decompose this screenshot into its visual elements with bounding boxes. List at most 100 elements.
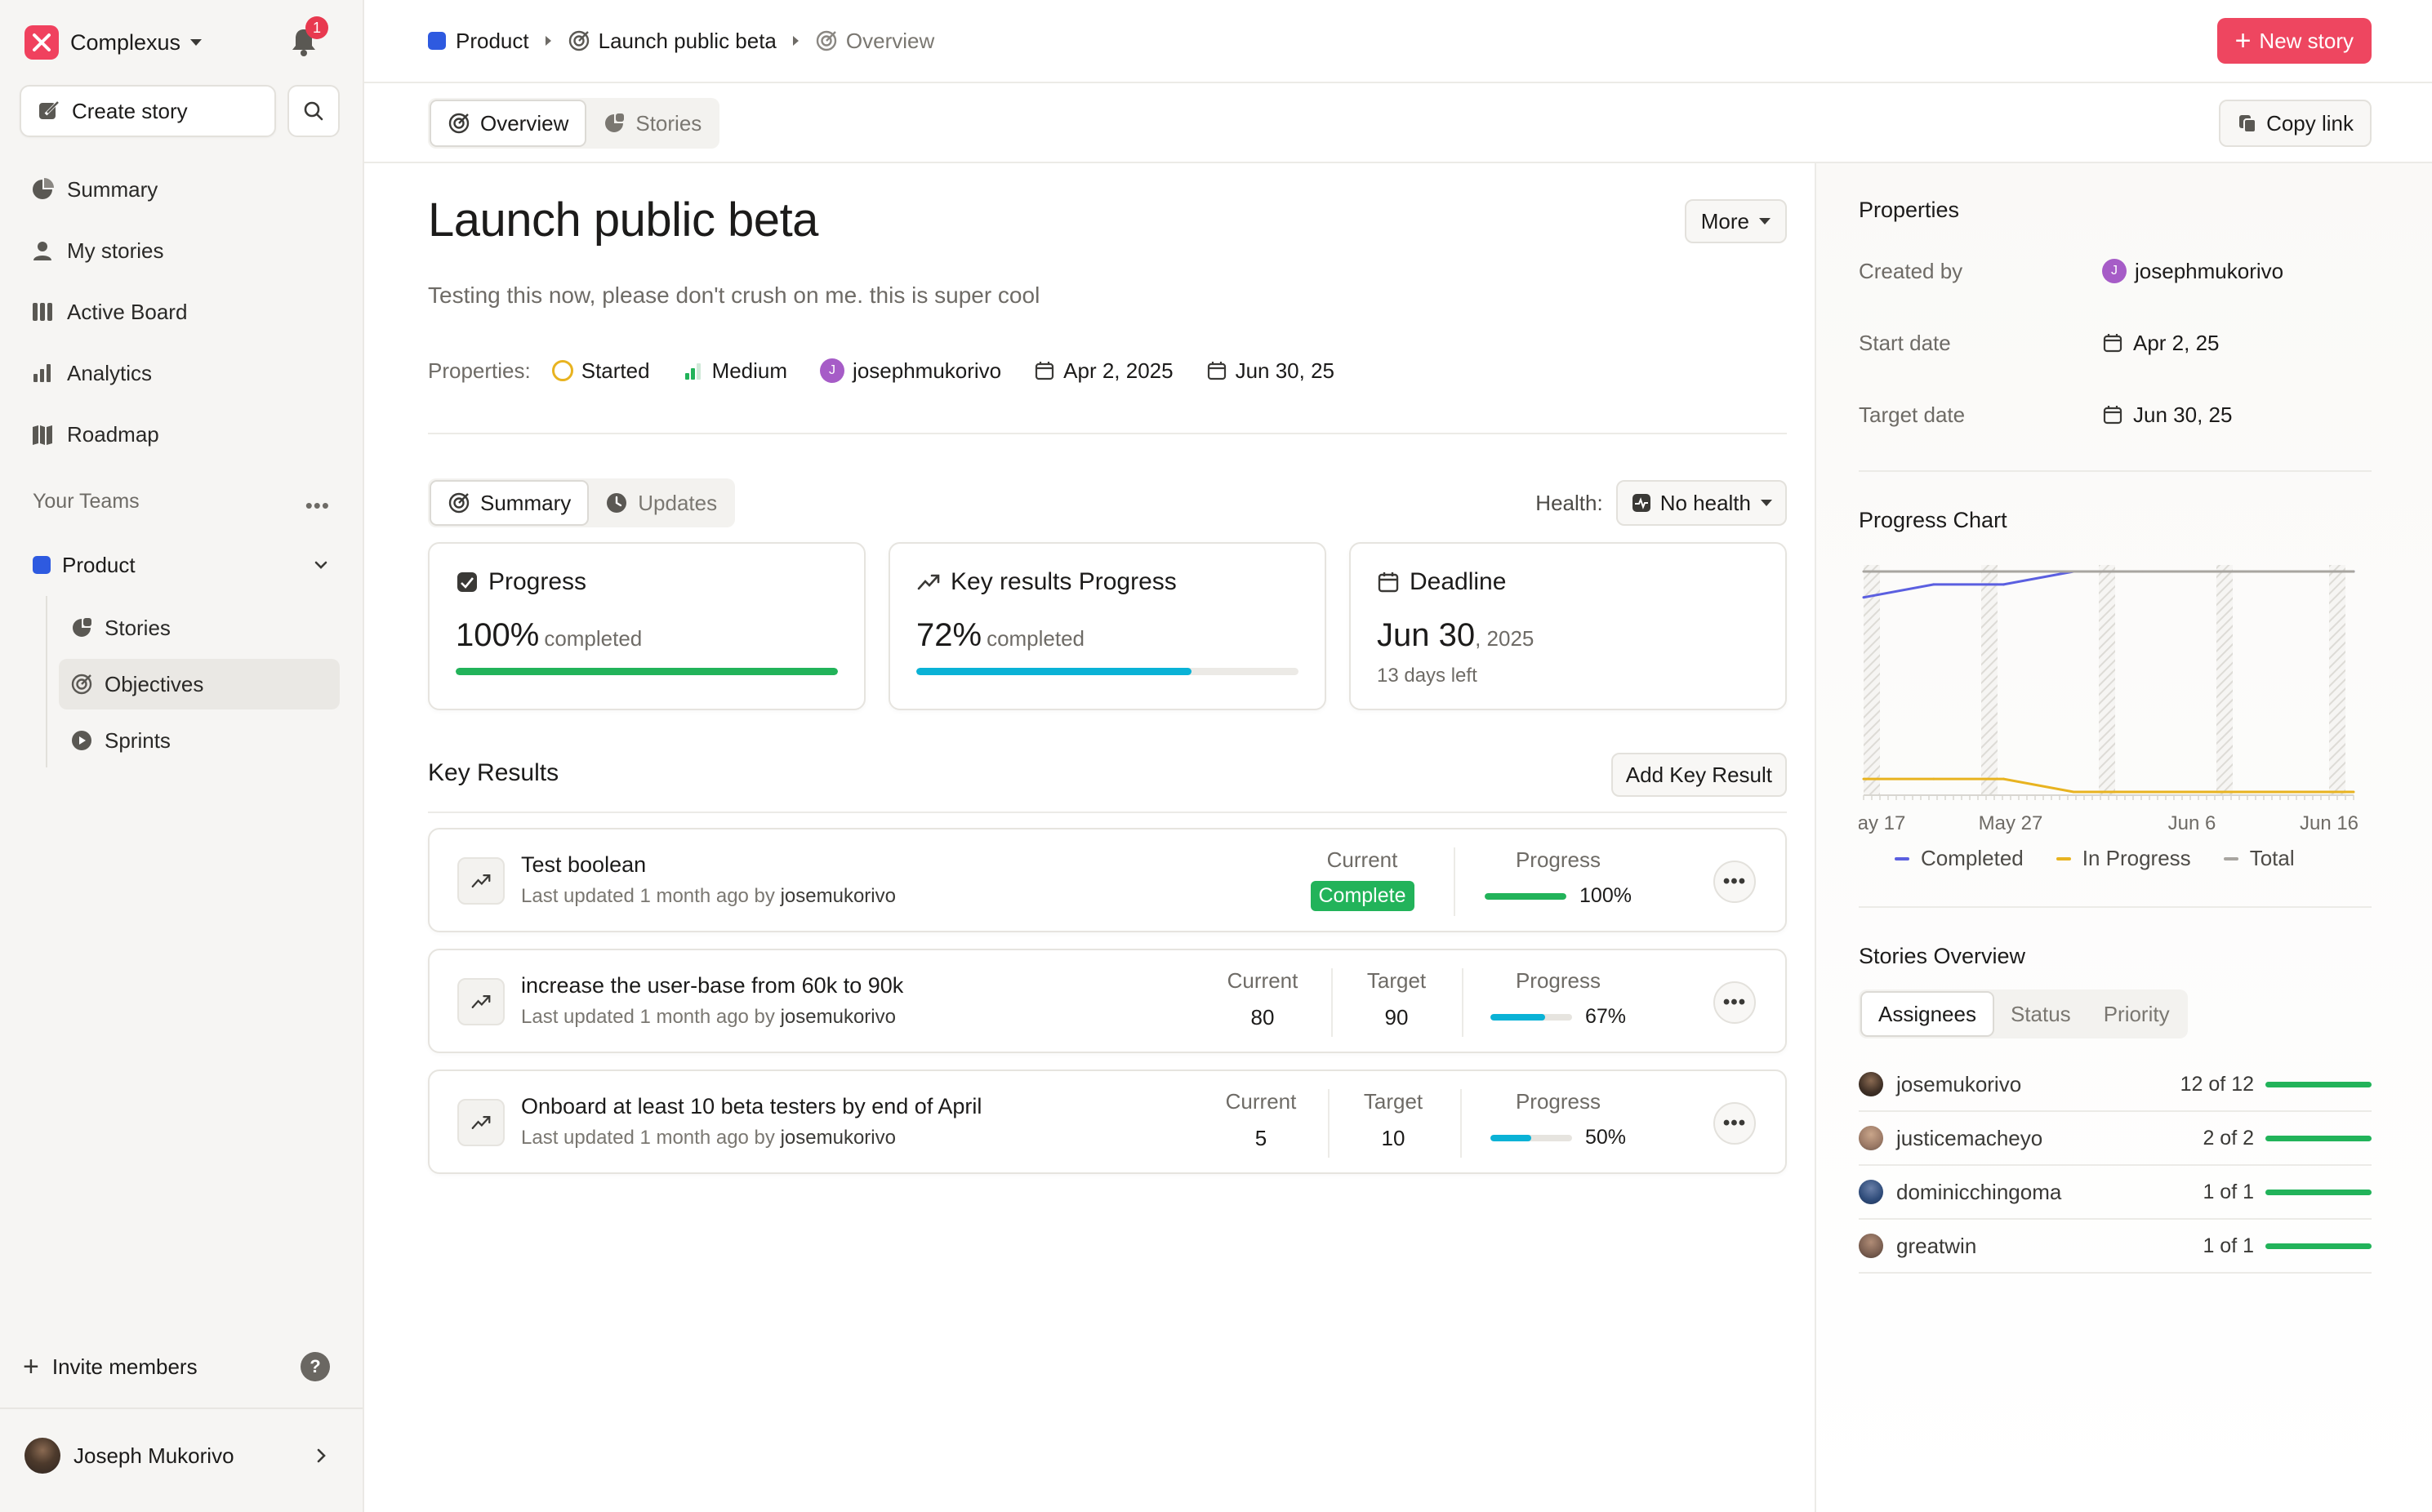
search-button[interactable]: [287, 85, 340, 137]
column-header: Progress: [1515, 847, 1601, 872]
target-icon: [816, 30, 837, 51]
breadcrumb-objective[interactable]: Launch public beta: [568, 29, 777, 54]
target-date-label: Jun 30, 25: [1235, 358, 1335, 383]
data-point: [2072, 790, 2075, 794]
assignee-name: dominicchingoma: [1896, 1179, 2062, 1204]
deadline-days-left: 13 days left: [1377, 665, 1477, 687]
kr-progress-percent: 72%: [916, 617, 982, 653]
legend-label: In Progress: [2082, 846, 2191, 870]
legend-in-progress[interactable]: In Progress: [2056, 846, 2191, 871]
target-icon: [448, 492, 470, 514]
progress-value: 100% completed: [456, 617, 642, 654]
key-result-meta: Last updated 1 month ago by josemukorivo: [521, 885, 896, 908]
trend-up-icon: [457, 1099, 505, 1146]
more-button[interactable]: More: [1684, 199, 1787, 243]
target-date-value[interactable]: Jun 30, 25: [2102, 402, 2232, 428]
list-item[interactable]: dominicchingoma 1 of 1: [1859, 1166, 2372, 1220]
property-key: Start date: [1859, 330, 1951, 355]
help-icon[interactable]: ?: [301, 1352, 330, 1381]
add-key-result-button[interactable]: Add Key Result: [1610, 753, 1787, 797]
create-story-button[interactable]: Create story: [20, 85, 276, 137]
list-item[interactable]: greatwin 1 of 1: [1859, 1220, 2372, 1274]
avatar: [1859, 1234, 1883, 1258]
workspace-switcher[interactable]: Complexus 1: [24, 16, 343, 60]
calendar-icon: [1207, 362, 1226, 380]
teams-more-icon[interactable]: •••: [305, 493, 330, 518]
tab-priority[interactable]: Priority: [2087, 991, 2186, 1037]
created-by-value[interactable]: Jjosephmukorivo: [2102, 259, 2283, 284]
page-title[interactable]: Launch public beta: [428, 193, 818, 247]
column-header: Current: [1227, 968, 1298, 993]
table-row[interactable]: increase the user-base from 60k to 90k L…: [428, 949, 1787, 1053]
summary-tabs: Summary Updates: [428, 478, 736, 527]
nav-item-active-board[interactable]: Active Board: [20, 286, 340, 338]
row-more-button[interactable]: •••: [1713, 861, 1756, 903]
team-item-sprints[interactable]: Sprints: [59, 715, 340, 766]
updated-user: josemukorivo: [780, 1127, 896, 1149]
health-dropdown[interactable]: No health: [1615, 480, 1787, 526]
team-product[interactable]: Product: [33, 545, 330, 585]
tab-summary[interactable]: Summary: [430, 480, 590, 526]
breadcrumb-current: Overview: [815, 29, 934, 54]
key-result-progress: 100%: [1477, 884, 1640, 908]
priority-property[interactable]: Medium: [683, 358, 787, 384]
legend-total[interactable]: Total: [2223, 846, 2295, 871]
priority-label: Medium: [711, 358, 788, 383]
list-item[interactable]: justicemacheyo 2 of 2: [1859, 1112, 2372, 1166]
start-date-property[interactable]: Apr 2, 2025: [1034, 358, 1174, 384]
tab-status[interactable]: Status: [1994, 991, 2087, 1037]
user-menu[interactable]: Joseph Mukorivo: [24, 1435, 330, 1476]
chart-grid-column: [1981, 565, 1998, 795]
tab-assignees[interactable]: Assignees: [1860, 991, 1994, 1037]
table-row[interactable]: Test boolean Last updated 1 month ago by…: [428, 828, 1787, 932]
data-point: [2282, 790, 2285, 794]
data-point: [2352, 570, 2355, 573]
tab-stories[interactable]: Stories: [586, 100, 718, 147]
team-item-stories[interactable]: Stories: [59, 603, 340, 653]
owner-property[interactable]: J josephmukorivo: [820, 358, 1001, 384]
legend-completed[interactable]: Completed: [1895, 846, 2024, 871]
workspace-logo-icon: [24, 25, 59, 60]
notifications-button[interactable]: 1: [289, 16, 328, 59]
progress-bar-fill: [456, 668, 838, 675]
progress-percent: 100%: [456, 617, 540, 653]
avatar: J: [2102, 259, 2127, 283]
list-item[interactable]: josemukorivo 12 of 12: [1859, 1058, 2372, 1112]
board-icon: [33, 303, 52, 321]
stories-overview-tabs: Assignees Status Priority: [1859, 989, 2188, 1038]
target-date-property[interactable]: Jun 30, 25: [1206, 358, 1334, 384]
tab-updates[interactable]: Updates: [589, 480, 733, 526]
new-story-label: New story: [2259, 28, 2354, 53]
nav-label: Active Board: [67, 299, 188, 324]
health-value: No health: [1659, 490, 1751, 515]
panel-divider: [1859, 470, 2372, 472]
row-more-button[interactable]: •••: [1713, 1102, 1756, 1145]
nav-item-analytics[interactable]: Analytics: [20, 347, 340, 399]
breadcrumb: Product Launch public beta Overview: [428, 24, 934, 57]
start-date-value[interactable]: Apr 2, 25: [2102, 331, 2220, 356]
nav-item-summary[interactable]: Summary: [20, 163, 340, 216]
breadcrumb-team[interactable]: Product: [428, 29, 529, 54]
breadcrumb-separator-icon: [792, 36, 799, 46]
tab-overview[interactable]: Overview: [430, 100, 587, 147]
invite-members-button[interactable]: + Invite members ?: [23, 1347, 330, 1386]
objective-description[interactable]: Testing this now, please don't crush on …: [428, 282, 1040, 309]
new-story-button[interactable]: + New story: [2216, 18, 2372, 64]
table-row[interactable]: Onboard at least 10 beta testers by end …: [428, 1070, 1787, 1174]
nav-item-my-stories[interactable]: My stories: [20, 225, 340, 277]
target-date-text: Jun 30, 25: [2133, 402, 2233, 427]
key-results-list: Test boolean Last updated 1 month ago by…: [428, 828, 1787, 1190]
assignee-progress-bar: [2265, 1243, 2372, 1249]
row-more-button[interactable]: •••: [1713, 981, 1756, 1024]
invite-label: Invite members: [51, 1354, 198, 1379]
nav-item-roadmap[interactable]: Roadmap: [20, 408, 340, 460]
team-item-objectives[interactable]: Objectives: [59, 659, 340, 709]
details-panel: Properties Created by Jjosephmukorivo St…: [1815, 163, 2432, 1512]
card-title: Key results Progress: [916, 568, 1177, 596]
updated-user: josemukorivo: [780, 885, 896, 907]
data-point: [2142, 570, 2145, 573]
assignee-progress-bar: [2265, 1081, 2372, 1087]
status-property[interactable]: Started: [551, 358, 650, 384]
create-row: Create story: [20, 85, 340, 137]
copy-link-button[interactable]: Copy link: [2219, 100, 2372, 147]
